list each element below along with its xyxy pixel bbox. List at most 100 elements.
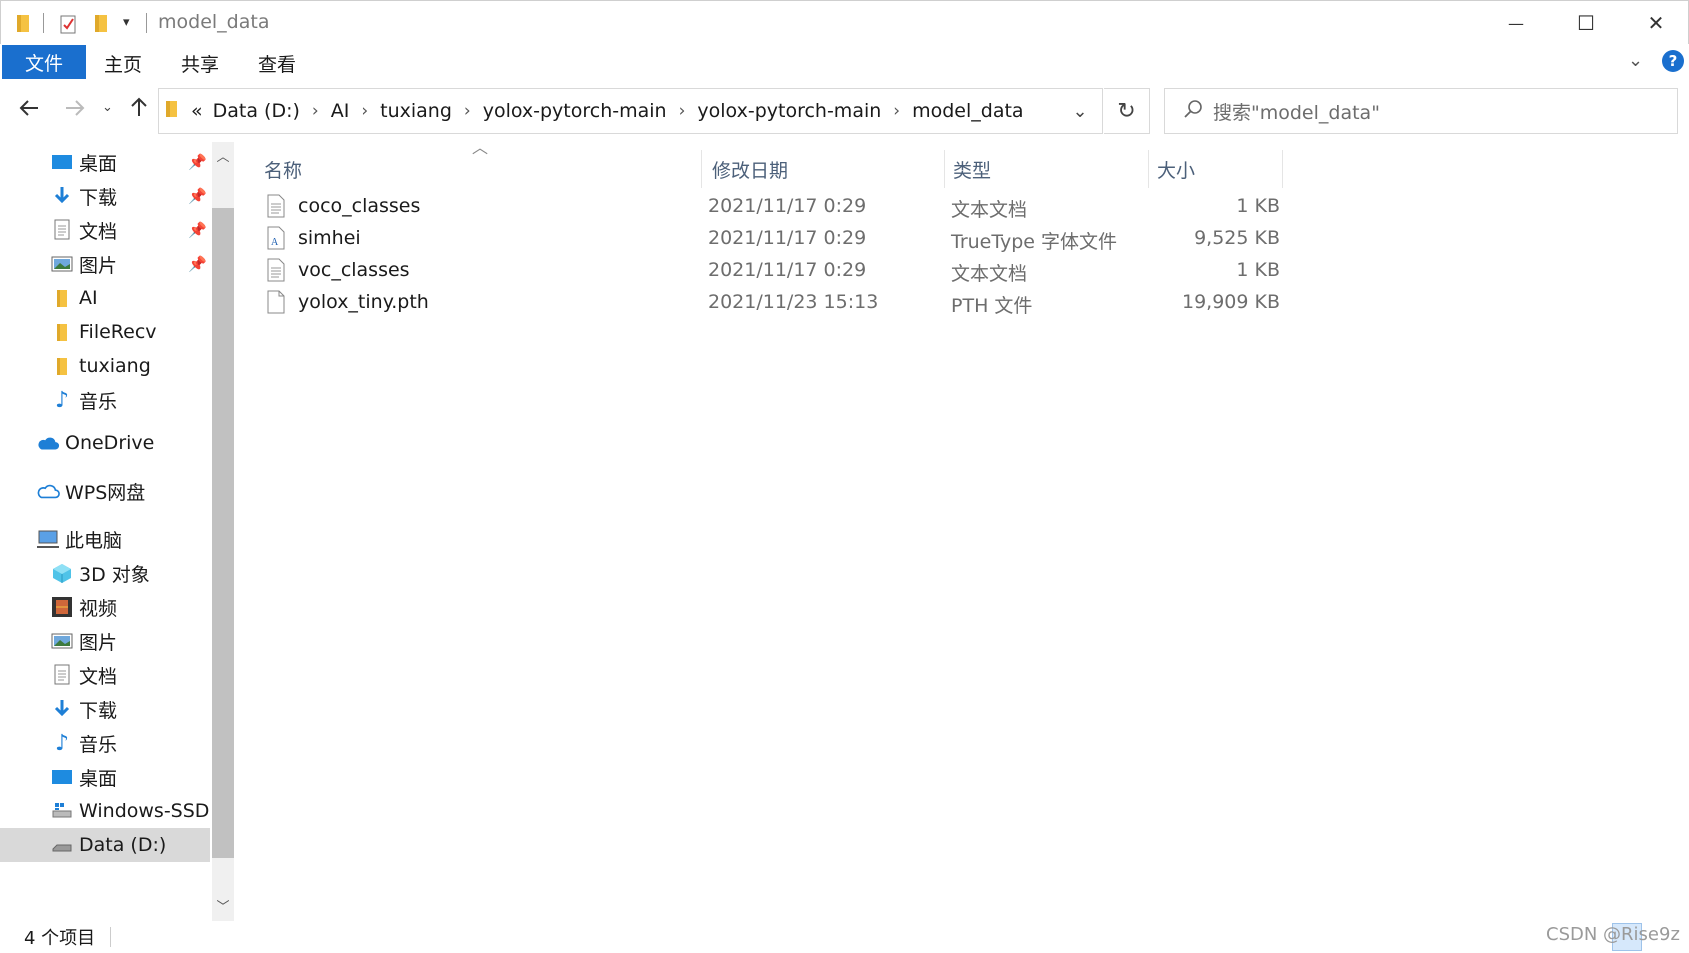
maximize-button[interactable]: ☐ xyxy=(1551,1,1621,45)
nav-item-label: 音乐 xyxy=(79,733,118,756)
column-header-modified[interactable]: 修改日期 xyxy=(702,150,945,188)
nav-item-label: Windows-SSD ( xyxy=(79,800,210,822)
back-icon[interactable] xyxy=(18,96,40,124)
scrollbar-thumb[interactable] xyxy=(212,208,234,858)
file-row[interactable]: voc_classes 2021/11/17 0:29 文本文档 1 KB xyxy=(266,255,1280,287)
file-type: PTH 文件 xyxy=(951,295,1033,317)
pin-icon[interactable]: 📌 xyxy=(188,221,207,239)
file-row[interactable]: coco_classes 2021/11/17 0:29 文本文档 1 KB xyxy=(266,191,1280,223)
divider xyxy=(110,927,111,947)
expand-ribbon-icon[interactable]: ⌄ xyxy=(1628,50,1643,71)
customize-toolbar-icon[interactable]: ▾ xyxy=(123,15,130,30)
nav-item-label: 下载 xyxy=(79,186,118,209)
file-row[interactable]: A simhei 2021/11/17 0:29 TrueType 字体文件 9… xyxy=(266,223,1280,255)
nav-item-documents[interactable]: 文档 📌 xyxy=(0,213,210,247)
recent-locations-icon[interactable]: ⌄ xyxy=(102,100,113,115)
nav-item-tuxiang[interactable]: tuxiang xyxy=(0,349,210,383)
nav-item-ai[interactable]: AI xyxy=(0,281,210,315)
nav-scrollbar[interactable]: ︿ ﹀ xyxy=(212,142,234,921)
help-icon[interactable]: ? xyxy=(1662,50,1684,72)
new-folder-icon[interactable] xyxy=(93,13,111,38)
minimize-button[interactable]: — xyxy=(1481,1,1551,45)
column-header-type[interactable]: 类型 xyxy=(945,150,1149,188)
nav-item-label: 桌面 xyxy=(79,152,118,175)
pin-icon[interactable]: 📌 xyxy=(188,187,207,205)
scroll-down-icon[interactable]: ﹀ xyxy=(212,894,234,916)
computer-icon xyxy=(36,527,60,551)
forward-icon[interactable] xyxy=(64,96,86,124)
nav-item-windows-ssd[interactable]: Windows-SSD ( xyxy=(0,794,210,828)
nav-item-downloads[interactable]: 下载 📌 xyxy=(0,179,210,213)
nav-item-filerecv[interactable]: FileRecv xyxy=(0,315,210,349)
breadcrumb-item[interactable]: yolox-pytorch-main xyxy=(483,100,667,122)
nav-item-documents-pc[interactable]: 文档 xyxy=(0,658,210,692)
nav-item-pictures-pc[interactable]: 图片 xyxy=(0,624,210,658)
nav-item-pictures[interactable]: 图片 📌 xyxy=(0,247,210,281)
column-header-size[interactable]: 大小 xyxy=(1149,150,1283,188)
nav-item-3d-objects[interactable]: 3D 对象 xyxy=(0,556,210,590)
tab-share[interactable]: 共享 xyxy=(181,50,219,77)
pin-icon[interactable]: 📌 xyxy=(188,255,207,273)
breadcrumb-item[interactable]: tuxiang xyxy=(380,100,452,122)
nav-item-downloads-pc[interactable]: 下载 xyxy=(0,692,210,726)
download-icon xyxy=(50,697,74,721)
nav-item-label: OneDrive xyxy=(65,432,155,454)
scroll-up-icon[interactable]: ︿ xyxy=(212,144,234,166)
chevron-right-icon[interactable]: › xyxy=(893,101,900,121)
tab-file[interactable]: 文件 xyxy=(2,45,86,79)
breadcrumb-item[interactable]: AI xyxy=(331,100,350,122)
nav-item-wps[interactable]: WPS网盘 xyxy=(0,474,210,508)
file-list: ︿ 名称 修改日期 类型 大小 coco_classes 2021/11/17 … xyxy=(236,138,1689,921)
search-input[interactable]: 搜索"model_data" xyxy=(1213,98,1380,125)
file-size: 19,909 KB xyxy=(1181,291,1280,313)
ribbon-tabs: 文件 主页 共享 查看 ⌄ ? xyxy=(0,44,1689,80)
chevron-right-icon[interactable]: › xyxy=(679,101,686,121)
breadcrumb-item[interactable]: model_data xyxy=(912,100,1023,122)
close-icon: ✕ xyxy=(1647,11,1665,35)
breadcrumb-item[interactable]: yolox-pytorch-main xyxy=(697,100,881,122)
file-name[interactable]: simhei xyxy=(298,227,361,249)
chevron-right-icon[interactable]: › xyxy=(312,101,319,121)
file-name[interactable]: voc_classes xyxy=(298,259,410,281)
file-modified: 2021/11/17 0:29 xyxy=(708,227,867,249)
search-icon xyxy=(1183,99,1203,124)
text-file-icon xyxy=(266,258,286,287)
chevron-right-icon[interactable]: › xyxy=(361,101,368,121)
search-box[interactable]: 搜索"model_data" xyxy=(1164,88,1678,134)
file-size: 9,525 KB xyxy=(1194,227,1280,249)
status-bar: 4 个项目 CSDN @Rise9z xyxy=(0,921,1689,953)
chevron-right-icon[interactable]: › xyxy=(464,101,471,121)
file-name[interactable]: yolox_tiny.pth xyxy=(298,291,429,313)
tab-view[interactable]: 查看 xyxy=(258,50,296,77)
folder-icon xyxy=(50,354,74,378)
nav-item-music[interactable]: ♪ 音乐 xyxy=(0,383,210,417)
file-modified: 2021/11/17 0:29 xyxy=(708,195,867,217)
address-bar[interactable]: « Data (D:) › AI › tuxiang › yolox-pytor… xyxy=(158,88,1103,134)
nav-item-desktop-pc[interactable]: 桌面 xyxy=(0,760,210,794)
address-history-dropdown[interactable]: ⌄ xyxy=(1057,89,1102,133)
chevron-down-icon: ⌄ xyxy=(1072,100,1088,122)
properties-icon[interactable] xyxy=(59,13,79,40)
nav-item-label: FileRecv xyxy=(79,321,157,343)
drive-icon xyxy=(50,833,74,857)
nav-item-data-d[interactable]: Data (D:) xyxy=(0,828,210,862)
music-icon: ♪ xyxy=(54,387,70,413)
pin-icon[interactable]: 📌 xyxy=(188,153,207,171)
up-icon[interactable] xyxy=(129,96,149,124)
breadcrumb-item[interactable]: Data (D:) xyxy=(213,100,300,122)
nav-item-label: 文档 xyxy=(79,665,118,688)
nav-item-this-pc[interactable]: 此电脑 xyxy=(0,522,210,556)
tab-home[interactable]: 主页 xyxy=(104,50,142,77)
nav-item-desktop[interactable]: 桌面 📌 xyxy=(0,145,210,179)
file-name[interactable]: coco_classes xyxy=(298,195,420,217)
cloud-icon xyxy=(36,431,60,455)
column-header-name[interactable]: 名称 xyxy=(236,150,702,188)
breadcrumb-overflow[interactable]: « xyxy=(191,100,203,122)
nav-item-label: Data (D:) xyxy=(79,834,167,856)
close-button[interactable]: ✕ xyxy=(1621,1,1689,45)
refresh-button[interactable]: ↻ xyxy=(1104,88,1150,134)
file-row[interactable]: yolox_tiny.pth 2021/11/23 15:13 PTH 文件 1… xyxy=(266,287,1280,319)
nav-item-videos[interactable]: 视频 xyxy=(0,590,210,624)
nav-item-music-pc[interactable]: ♪ 音乐 xyxy=(0,726,210,760)
nav-item-onedrive[interactable]: OneDrive xyxy=(0,426,210,460)
